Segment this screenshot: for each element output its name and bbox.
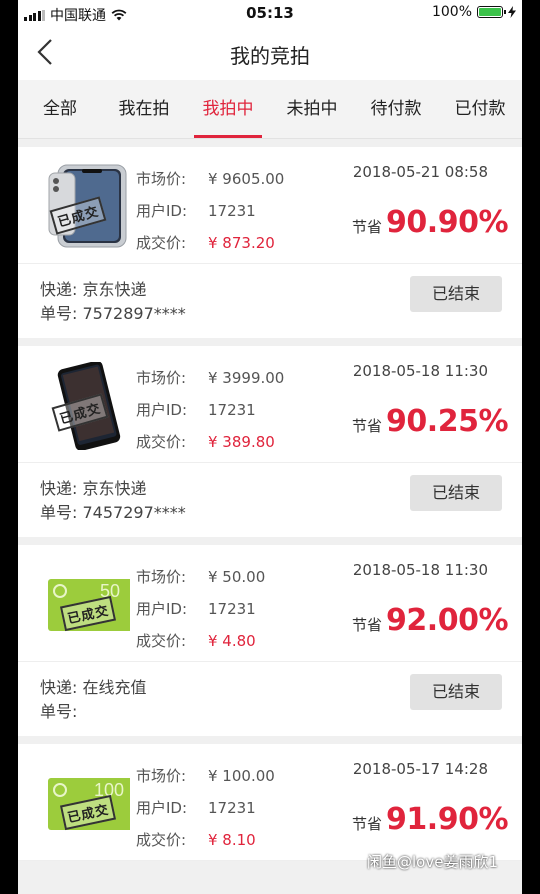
- product-thumbnail: 50 已成交: [46, 561, 136, 649]
- market-price-label: 市场价:: [136, 767, 187, 785]
- ended-button[interactable]: 已结束: [410, 276, 502, 312]
- tab-unpaid[interactable]: 待付款: [354, 80, 438, 138]
- user-id: 17231: [208, 202, 256, 220]
- ended-button[interactable]: 已结束: [410, 475, 502, 511]
- express-value: 京东快递: [82, 479, 147, 498]
- auction-card[interactable]: 100 已成交 市场价: ¥ 100.00 用户ID: 17231 成交价: ¥ 8.…: [18, 744, 522, 861]
- product-thumbnail: 已成交: [46, 163, 130, 251]
- save-percent: 90.25%: [386, 404, 508, 439]
- save-label: 节省: [352, 417, 383, 435]
- auction-date: 2018-05-21 08:58: [352, 163, 488, 181]
- market-price: ¥ 9605.00: [208, 170, 285, 188]
- save-label: 节省: [352, 616, 383, 634]
- deal-price-label: 成交价:: [136, 831, 187, 849]
- watermark-text: 闲鱼@love姜雨欣1: [367, 853, 498, 871]
- ended-button[interactable]: 已结束: [410, 674, 502, 710]
- tab-paid[interactable]: 已付款: [438, 80, 522, 138]
- order-label: 单号:: [40, 304, 78, 323]
- status-bar: 中国联通 05:13 100%: [18, 0, 522, 26]
- market-price-label: 市场价:: [136, 568, 187, 586]
- auction-date: 2018-05-18 11:30: [352, 362, 488, 380]
- product-thumbnail: 已成交: [46, 360, 130, 451]
- order-label: 单号:: [40, 702, 78, 721]
- auction-card[interactable]: 50 已成交 市场价: ¥ 50.00 用户ID: 17231 成交价: ¥ 4.80…: [18, 545, 522, 736]
- express-label: 快递:: [40, 280, 78, 299]
- user-id-label: 用户ID:: [136, 600, 188, 618]
- tab-bar: 全部 我在拍 我拍中 未拍中 待付款 已付款: [18, 80, 522, 139]
- deal-price: ¥ 389.80: [208, 433, 275, 451]
- charging-icon: [508, 6, 516, 18]
- user-id-label: 用户ID:: [136, 202, 188, 220]
- deal-price-label: 成交价:: [136, 632, 187, 650]
- order-number: 7457297****: [82, 503, 186, 522]
- market-price: ¥ 100.00: [208, 767, 275, 785]
- product-thumbnail: 100 已成交: [46, 760, 136, 848]
- save-percent: 92.00%: [386, 603, 508, 638]
- battery-percent: 100%: [431, 4, 472, 20]
- order-number: 7572897****: [82, 304, 186, 323]
- auction-date: 2018-05-17 14:28: [352, 760, 488, 778]
- user-id: 17231: [208, 401, 256, 419]
- tab-won[interactable]: 我拍中: [186, 80, 270, 138]
- deal-price-label: 成交价:: [136, 433, 187, 451]
- tab-all[interactable]: 全部: [18, 80, 102, 138]
- save-percent: 90.90%: [386, 205, 508, 240]
- user-id-label: 用户ID:: [136, 799, 188, 817]
- save-label: 节省: [352, 218, 383, 236]
- deal-price: ¥ 873.20: [208, 234, 275, 252]
- express-value: 在线充值: [82, 678, 147, 697]
- tab-bidding[interactable]: 我在拍: [102, 80, 186, 138]
- tab-lost[interactable]: 未拍中: [270, 80, 354, 138]
- order-label: 单号:: [40, 503, 78, 522]
- express-label: 快递:: [40, 479, 78, 498]
- market-price-label: 市场价:: [136, 369, 187, 387]
- auction-card[interactable]: 已成交 市场价: ¥ 3999.00 用户ID: 17231 成交价: ¥ 389.8…: [18, 346, 522, 537]
- auction-card[interactable]: 已成交 市场价: ¥ 9605.00 用户ID: 17231 成交价: ¥ 873.2…: [18, 147, 522, 338]
- battery-icon: [477, 6, 506, 18]
- user-id: 17231: [208, 799, 256, 817]
- auction-date: 2018-05-18 11:30: [352, 561, 488, 579]
- user-id: 17231: [208, 600, 256, 618]
- market-price: ¥ 3999.00: [208, 369, 285, 387]
- phone-screen: 中国联通 05:13 100% 我的竞拍 全部 我在拍 我拍中 未拍中 待付款 …: [18, 0, 522, 894]
- page-title: 我的竞拍: [230, 44, 310, 68]
- save-label: 节省: [352, 815, 383, 833]
- deal-price-label: 成交价:: [136, 234, 187, 252]
- nav-bar: 我的竞拍: [18, 26, 522, 80]
- user-id-label: 用户ID:: [136, 401, 188, 419]
- save-percent: 91.90%: [386, 802, 508, 837]
- express-label: 快递:: [40, 678, 78, 697]
- market-price-label: 市场价:: [136, 170, 187, 188]
- deal-price: ¥ 4.80: [208, 632, 256, 650]
- deal-price: ¥ 8.10: [208, 831, 256, 849]
- market-price: ¥ 50.00: [208, 568, 266, 586]
- express-value: 京东快递: [82, 280, 147, 299]
